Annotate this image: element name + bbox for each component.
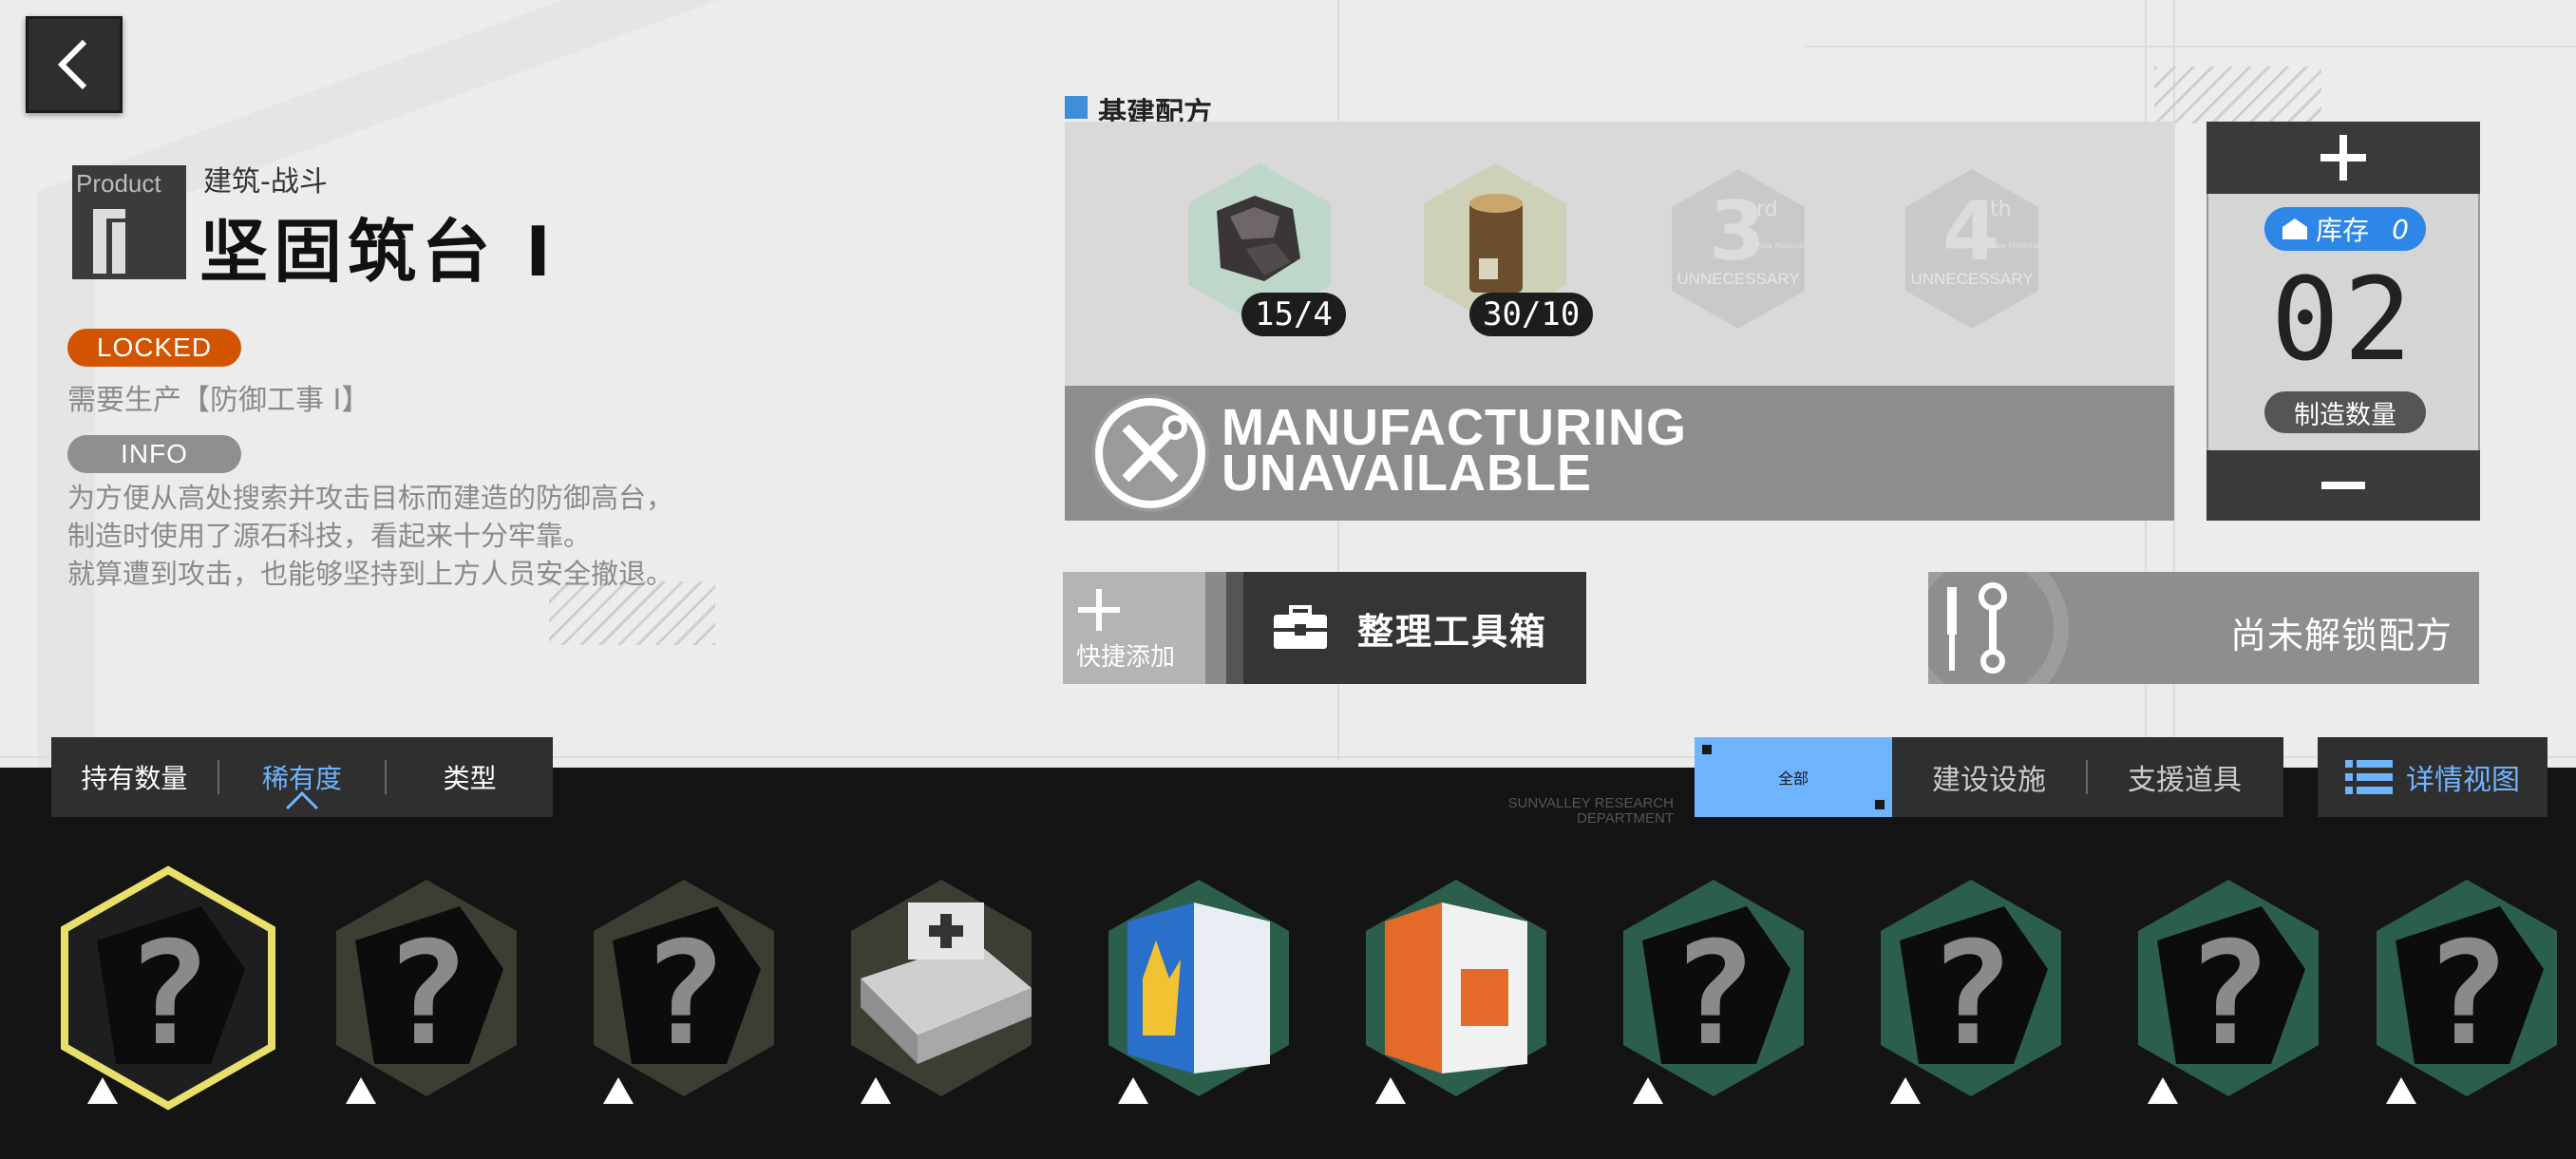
- list-icon: [2345, 760, 2393, 794]
- detail-view-button[interactable]: 详情视图: [2318, 737, 2548, 817]
- background-line: [1805, 46, 2576, 48]
- inventory-item[interactable]: ?: [2119, 864, 2338, 1112]
- requirement-text: 需要生产【防御工事 I】: [67, 384, 370, 417]
- sort-by-rarity-label: 稀有度: [262, 763, 343, 794]
- sort-by-type[interactable]: 类型: [387, 758, 553, 796]
- house-icon: [2282, 218, 2308, 239]
- filter-all-label: 全部: [1777, 770, 1809, 788]
- inventory-item[interactable]: ?: [317, 864, 536, 1112]
- unnecessary-slot: 4 th Raw Material UNNECESSARY: [1901, 169, 2043, 331]
- inventory-item[interactable]: [1347, 864, 1565, 1112]
- increase-quantity-button[interactable]: [2207, 122, 2480, 194]
- stock-label: 库存: [2316, 215, 2370, 246]
- filter-bar: 全部 建设设施 支援道具: [1695, 737, 2283, 817]
- product-category: 建筑-战斗: [203, 165, 328, 199]
- blue-supply-box-icon: [1108, 880, 1289, 1104]
- corner-marker: [1875, 800, 1885, 809]
- quantity-value[interactable]: 02: [2207, 255, 2480, 387]
- stock-value: 0: [2392, 213, 2409, 245]
- ordinal-caption: Raw Material: [1990, 241, 2039, 250]
- question-mark-icon: ?: [383, 912, 470, 1077]
- plus-icon: [2320, 135, 2366, 180]
- question-mark-icon: ?: [1927, 912, 2015, 1077]
- inventory-item[interactable]: ?: [1862, 864, 2080, 1112]
- material-count: 30/10: [1469, 293, 1594, 336]
- status-line: UNAVAILABLE: [1222, 445, 1592, 502]
- status-line: MANUFACTURING: [1222, 399, 1687, 456]
- watermark-line: SUNVALLEY RESEARCH: [1507, 795, 1674, 811]
- quick-add-label: 快捷添加: [1076, 643, 1176, 672]
- recipe-marker: [1065, 96, 1088, 119]
- question-mark-icon: ?: [2185, 912, 2272, 1077]
- description-line: 就算遭到攻击，也能够坚持到上方人员安全撤退。: [67, 558, 674, 590]
- inventory-item[interactable]: [832, 864, 1051, 1112]
- sort-by-rarity[interactable]: 稀有度: [219, 758, 386, 824]
- watermark-line: DEPARTMENT: [1577, 810, 1674, 826]
- detail-view-label: 详情视图: [2406, 764, 2520, 797]
- tools-icon: [1091, 394, 1209, 512]
- recipe-locked-button[interactable]: 尚未解锁配方: [1928, 572, 2479, 684]
- unnecessary-label: UNNECESSARY: [1910, 270, 2034, 288]
- unnecessary-slot: 3 rd Raw Material UNNECESSARY: [1667, 169, 1809, 331]
- description-line: 为方便从高处搜索并攻击目标而建造的防御高台，: [67, 482, 674, 514]
- divider: [1226, 572, 1243, 684]
- page-title: 坚固筑台 I: [199, 212, 557, 292]
- quick-add-button[interactable]: 快捷添加: [1063, 572, 1205, 684]
- quantity-label: 制造数量: [2264, 391, 2426, 433]
- minus-icon: [2321, 482, 2365, 489]
- manufacturing-status-text: MANUFACTURING UNAVAILABLE: [1222, 399, 1687, 502]
- watermark: SUNVALLEY RESEARCH DEPARTMENT: [1463, 796, 1674, 826]
- toolbox-button[interactable]: 整理工具箱: [1243, 572, 1586, 684]
- info-badge: INFO: [67, 435, 241, 473]
- orange-supply-box-icon: [1366, 880, 1546, 1104]
- question-mark-icon: ?: [1670, 912, 1757, 1077]
- material-slot[interactable]: 30/10: [1424, 163, 1594, 336]
- toolbox-label: 整理工具箱: [1357, 610, 1548, 653]
- inventory-item[interactable]: ?: [575, 864, 793, 1112]
- unnecessary-label: UNNECESSARY: [1676, 270, 1800, 288]
- plus-icon: [1078, 589, 1120, 631]
- manufacturing-status: MANUFACTURING UNAVAILABLE: [1065, 386, 2174, 521]
- product-icon: Product: [72, 165, 186, 279]
- sort-by-quantity[interactable]: 持有数量: [51, 758, 218, 796]
- chevron-left-icon: [57, 39, 87, 90]
- hatch-decoration: [2154, 66, 2321, 124]
- ordinal-suffix: th: [1990, 198, 2012, 221]
- question-mark-icon: ?: [2423, 912, 2510, 1077]
- toolbox-icon: [1274, 605, 1327, 649]
- back-button[interactable]: [26, 16, 123, 113]
- inventory-item[interactable]: ?: [59, 864, 277, 1112]
- filter-facilities-tab[interactable]: 建设设施: [1892, 756, 2086, 798]
- ordinal-caption: Raw Material: [1756, 241, 1806, 250]
- description: 为方便从高处搜索并攻击目标而建造的防御高台， 制造时使用了源石科技，看起来十分牢…: [67, 479, 673, 593]
- description-line: 制造时使用了源石科技，看起来十分牢靠。: [67, 520, 592, 552]
- stock-badge: 库存 0: [2264, 207, 2426, 251]
- corner-marker: [1702, 745, 1712, 754]
- wrench-screwdriver-icon: [1928, 572, 2069, 684]
- question-mark-icon: ?: [640, 912, 728, 1077]
- decrease-quantity-button[interactable]: [2207, 450, 2480, 521]
- locked-badge: LOCKED: [67, 329, 241, 367]
- fortification-icon: [93, 209, 125, 274]
- divider: [1205, 572, 1226, 684]
- inventory-item[interactable]: ?: [2358, 864, 2576, 1112]
- ordinal-suffix: rd: [1756, 198, 1778, 221]
- material-slot[interactable]: 15/4: [1188, 163, 1346, 336]
- inventory-item[interactable]: ?: [1604, 864, 1823, 1112]
- medical-device-icon: [851, 880, 1032, 1104]
- recipe-locked-label: 尚未解锁配方: [2229, 615, 2453, 656]
- sort-bar: 持有数量 稀有度 类型: [51, 737, 553, 824]
- filter-all-tab[interactable]: 全部: [1695, 737, 1892, 817]
- inventory-item[interactable]: [1089, 864, 1308, 1112]
- filter-support-tab[interactable]: 支援道具: [2088, 756, 2282, 798]
- question-mark-icon: ?: [124, 912, 212, 1077]
- material-count: 15/4: [1241, 293, 1346, 336]
